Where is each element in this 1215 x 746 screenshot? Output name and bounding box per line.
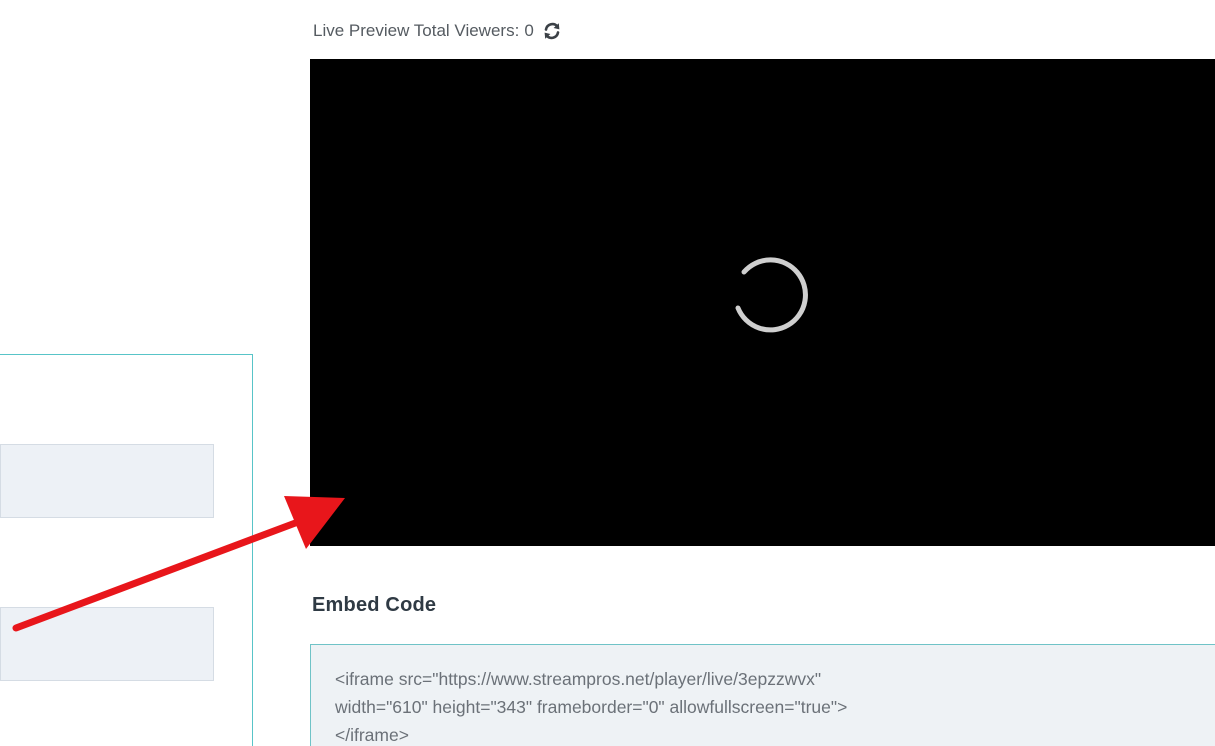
refresh-icon[interactable]: [542, 21, 562, 41]
live-video-player[interactable]: [310, 59, 1215, 546]
loading-spinner-icon: [735, 257, 808, 333]
page: Live Preview Total Viewers: 0 Embed Code…: [0, 0, 1215, 746]
viewer-count-value: 0: [524, 21, 534, 40]
viewer-count-header: Live Preview Total Viewers: 0: [313, 18, 562, 44]
left-settings-panel: [0, 354, 253, 746]
viewer-count-label: Live Preview Total Viewers:: [313, 21, 520, 40]
embed-code-textarea[interactable]: <iframe src="https://www.streampros.net/…: [310, 644, 1215, 746]
embed-code-title: Embed Code: [312, 594, 437, 616]
left-input-field-1[interactable]: [0, 444, 214, 518]
left-input-field-2[interactable]: [0, 607, 214, 681]
